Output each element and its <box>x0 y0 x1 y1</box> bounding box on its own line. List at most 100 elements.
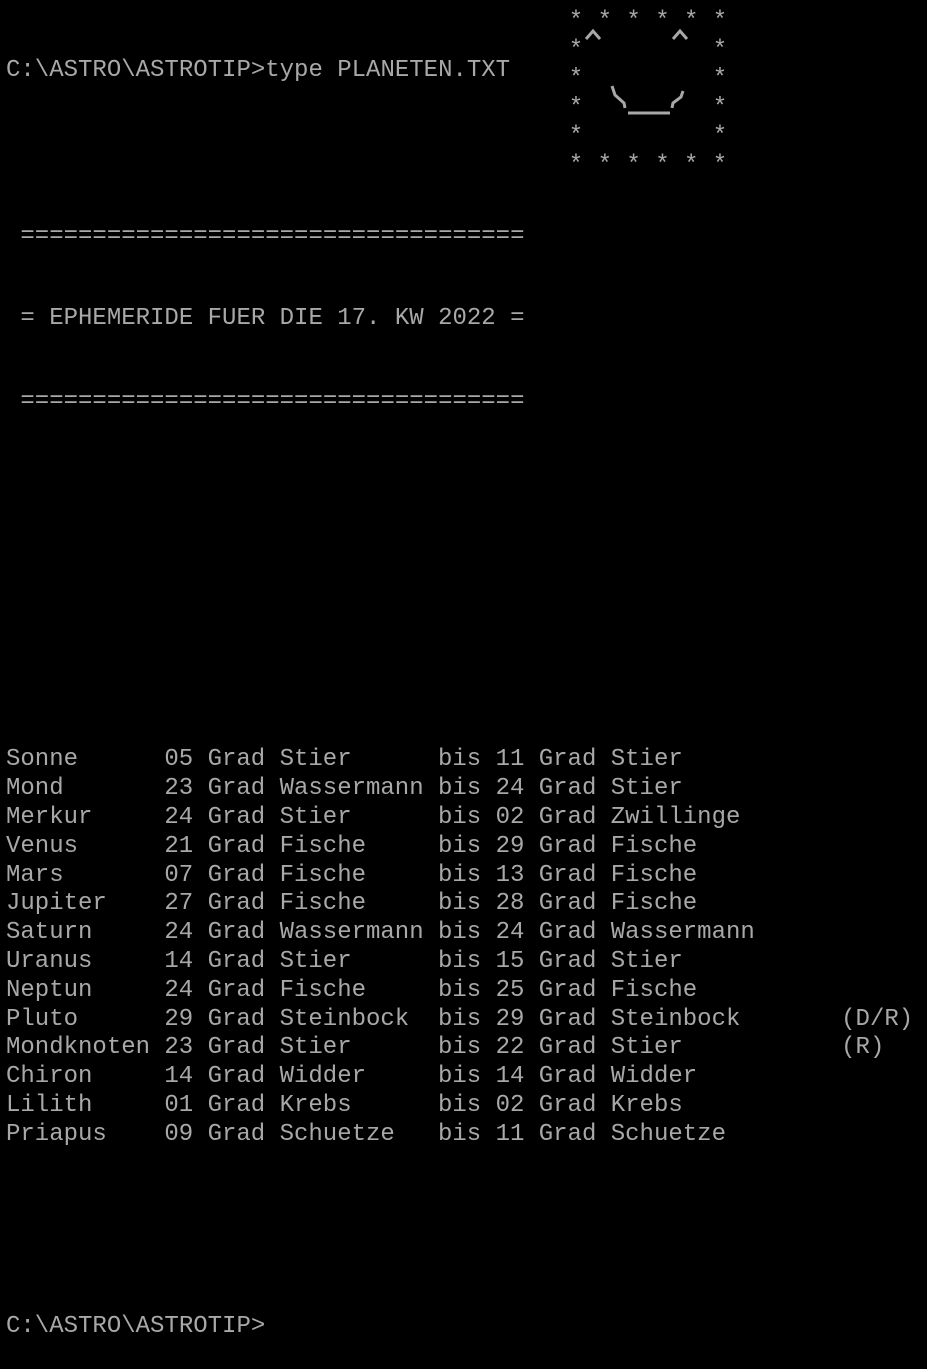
smiley-mouth <box>610 85 685 115</box>
from-degree: 07 <box>164 861 194 889</box>
to-degree: 29 <box>495 1005 525 1033</box>
dos-terminal[interactable]: C:\ASTRO\ASTROTIP>type PLANETEN.TXT ====… <box>6 3 913 1369</box>
banner-title: = EPHEMERIDE FUER DIE 17. KW 2022 = <box>6 305 525 333</box>
smiley-border-star: * <box>569 152 583 175</box>
from-unit: Grad <box>207 890 266 918</box>
from-sign: Wassermann <box>279 919 424 947</box>
from-sign: Stier <box>279 947 352 975</box>
smiley-border-star: * <box>569 37 583 64</box>
smiley-border-star: * <box>684 152 698 175</box>
ephemeris-row: Priapus 09 Grad Schuetze bis 11 Grad Schuetze <box>6 1121 913 1150</box>
range-separator: bis <box>437 1120 482 1148</box>
ephemeris-row: Mond 23 Grad Wassermann bis 24 Grad Stier <box>6 775 913 804</box>
from-unit: Grad <box>207 1034 266 1062</box>
to-sign: Krebs <box>610 1091 683 1119</box>
to-unit: Grad <box>538 1005 597 1033</box>
from-unit: Grad <box>207 803 266 831</box>
smiley-border-star: * <box>569 66 583 93</box>
planet-name: Saturn <box>6 919 93 947</box>
to-sign: Zwillinge <box>610 803 741 831</box>
motion-note: (D/R) <box>841 1005 914 1033</box>
from-sign: Schuetze <box>279 1120 395 1148</box>
planet-name: Venus <box>6 832 79 860</box>
from-unit: Grad <box>207 832 266 860</box>
prompt: C:\ASTRO\ASTROTIP> <box>6 1313 266 1341</box>
range-separator: bis <box>437 947 482 975</box>
ascii-smiley-face-icon: * * * * * * * * * * * * * * * * * * * * <box>562 3 737 175</box>
from-sign: Stier <box>279 746 352 774</box>
to-unit: Grad <box>538 919 597 947</box>
planet-name: Jupiter <box>6 890 107 918</box>
from-sign: Steinbock <box>279 1005 410 1033</box>
prompt-line[interactable]: C:\ASTRO\ASTROTIP> <box>6 1313 913 1342</box>
planet-name: Mond <box>6 775 64 803</box>
range-separator: bis <box>437 1005 482 1033</box>
to-sign: Fische <box>610 861 698 889</box>
from-sign: Fische <box>279 832 366 860</box>
planet-name: Priapus <box>6 1120 107 1148</box>
from-degree: 14 <box>164 947 194 975</box>
to-degree: 28 <box>495 890 525 918</box>
to-unit: Grad <box>538 1091 597 1119</box>
range-separator: bis <box>437 832 482 860</box>
from-degree: 23 <box>164 1034 194 1062</box>
ephemeris-row: Neptun 24 Grad Fische bis 25 Grad Fische <box>6 977 913 1006</box>
ephemeris-row: Saturn 24 Grad Wassermann bis 24 Grad Wasserman… <box>6 919 913 948</box>
planet-name: Lilith <box>6 1091 93 1119</box>
from-unit: Grad <box>207 861 266 889</box>
smiley-border-star: * <box>569 123 583 150</box>
from-sign: Krebs <box>279 1091 352 1119</box>
planet-name: Neptun <box>6 976 93 1004</box>
from-sign: Fische <box>279 976 366 1004</box>
from-degree: 27 <box>164 890 194 918</box>
from-unit: Grad <box>207 1005 266 1033</box>
to-sign: Stier <box>610 746 683 774</box>
planet-name: Uranus <box>6 947 93 975</box>
planet-name: Chiron <box>6 1063 93 1091</box>
planet-name: Mars <box>6 861 64 889</box>
smiley-svg: ************* ** ** ** * <box>569 8 727 175</box>
banner-border-bottom: =================================== <box>6 388 525 416</box>
from-degree: 09 <box>164 1120 194 1148</box>
range-separator: bis <box>437 890 482 918</box>
smiley-border-star: * <box>569 94 583 121</box>
smiley-border-star: * <box>713 37 727 64</box>
ephemeris-row: Uranus 14 Grad Stier bis 15 Grad Stier <box>6 948 913 977</box>
motion-note: (R) <box>841 1034 885 1062</box>
from-sign: Stier <box>279 803 352 831</box>
to-degree: 02 <box>495 803 525 831</box>
to-unit: Grad <box>538 746 597 774</box>
command-line: C:\ASTRO\ASTROTIP>type PLANETEN.TXT <box>6 57 511 84</box>
to-unit: Grad <box>538 861 597 889</box>
to-sign: Fische <box>610 976 698 1004</box>
smiley-border-star: * <box>684 8 698 35</box>
smiley-border-star: * <box>655 8 669 35</box>
range-separator: bis <box>437 1091 482 1119</box>
to-unit: Grad <box>538 803 597 831</box>
ephemeris-row: Jupiter 27 Grad Fische bis 28 Grad Fische <box>6 890 913 919</box>
ephemeris-row: Venus 21 Grad Fische bis 29 Grad Fische <box>6 833 913 862</box>
from-degree: 01 <box>164 1091 194 1119</box>
from-degree: 21 <box>164 832 194 860</box>
to-unit: Grad <box>538 1120 597 1148</box>
from-unit: Grad <box>207 1120 266 1148</box>
ephemeris-row: Pluto 29 Grad Steinbock bis 29 Grad Steinbock (D… <box>6 1006 913 1035</box>
to-unit: Grad <box>538 976 597 1004</box>
to-degree: 11 <box>495 1120 525 1148</box>
to-unit: Grad <box>538 775 597 803</box>
to-degree: 25 <box>495 976 525 1004</box>
to-degree: 02 <box>495 1091 525 1119</box>
from-degree: 24 <box>164 919 194 947</box>
to-unit: Grad <box>538 1034 597 1062</box>
ephemeris-row: Lilith 01 Grad Krebs bis 02 Grad Krebs <box>6 1092 913 1121</box>
from-degree: 23 <box>164 775 194 803</box>
range-separator: bis <box>437 775 482 803</box>
to-degree: 24 <box>495 919 525 947</box>
range-separator: bis <box>437 803 482 831</box>
to-sign: Fische <box>610 890 698 918</box>
to-sign: Fische <box>610 832 698 860</box>
from-unit: Grad <box>207 1091 266 1119</box>
